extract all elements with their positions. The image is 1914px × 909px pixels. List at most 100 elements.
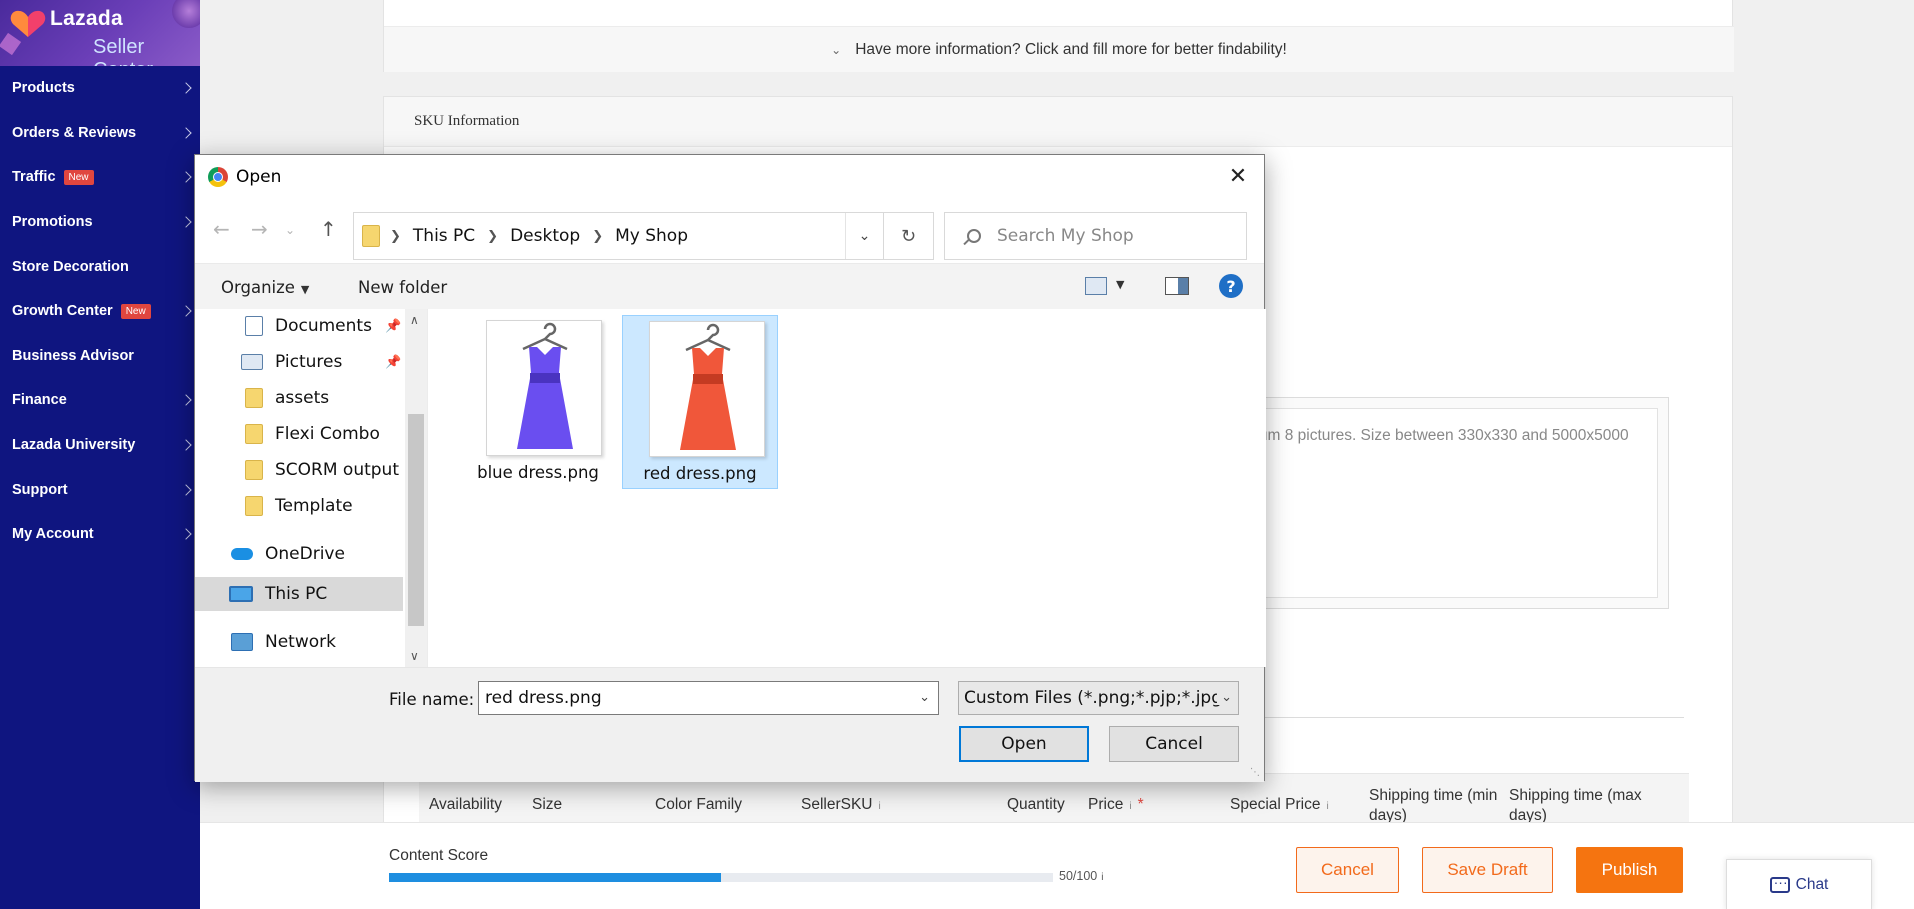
up-arrow-icon[interactable]: ↑: [320, 217, 337, 241]
tree-item-onedrive[interactable]: OneDrive: [231, 537, 345, 571]
image-upload-inner[interactable]: mum 8 pictures. Size between 330x330 and…: [1245, 408, 1658, 598]
save-draft-button[interactable]: Save Draft: [1422, 847, 1553, 893]
close-icon[interactable]: ✕: [1224, 163, 1252, 191]
sidebar-item-growth-center[interactable]: Growth Center New: [0, 289, 200, 334]
image-upload-hint: mum 8 pictures. Size between 330x330 and…: [1246, 427, 1629, 444]
sidebar-item-label: Promotions: [12, 214, 93, 231]
resize-grip-icon[interactable]: ⋱: [1250, 767, 1260, 778]
chat-button[interactable]: Chat: [1726, 859, 1872, 909]
dress-icon: [517, 322, 573, 449]
cancel-button[interactable]: Cancel: [1296, 847, 1399, 893]
address-bar[interactable]: ❯ This PC ❯ Desktop ❯ My Shop ⌄: [353, 212, 884, 260]
breadcrumb-my-shop[interactable]: My Shop: [615, 226, 688, 246]
info-icon[interactable]: i: [879, 801, 881, 812]
image-upload-area[interactable]: mum 8 pictures. Size between 330x330 and…: [1234, 397, 1669, 609]
help-icon[interactable]: ?: [1219, 274, 1243, 298]
caret-down-icon[interactable]: ▼: [1116, 278, 1124, 291]
col-availability: Availability: [429, 796, 502, 813]
chrome-icon: [208, 167, 228, 187]
tree-item-network[interactable]: Network: [231, 625, 336, 659]
folder-icon: [245, 424, 263, 444]
sidebar-item-my-account[interactable]: My Account: [0, 512, 200, 557]
sidebar-item-promotions[interactable]: Promotions: [0, 200, 200, 245]
chevron-right-icon: [180, 528, 192, 540]
logo-decoration: [172, 0, 200, 28]
caret-down-icon: ▼: [300, 283, 310, 296]
more-info-text: Have more information? Click and fill mo…: [855, 40, 1287, 58]
tree-item-template[interactable]: Template: [245, 489, 353, 523]
sidebar-item-orders-reviews[interactable]: Orders & Reviews: [0, 111, 200, 156]
search-input[interactable]: Search My Shop: [944, 212, 1247, 260]
col-quantity: Quantity: [1007, 796, 1065, 813]
forward-arrow-icon[interactable]: →: [251, 217, 268, 241]
address-row: ← → ⌄ ↑ ❯ This PC ❯ Desktop ❯ My Shop ⌄ …: [195, 199, 1264, 260]
chevron-right-icon: [180, 305, 192, 317]
refresh-icon[interactable]: ↻: [884, 212, 934, 260]
change-view-icon[interactable]: [1085, 277, 1107, 295]
file-item-red-dress[interactable]: red dress.png: [622, 315, 778, 489]
dialog-cancel-button[interactable]: Cancel: [1109, 726, 1239, 762]
chevron-down-icon[interactable]: ⌄: [919, 690, 930, 705]
tree-item-assets[interactable]: assets: [245, 381, 329, 415]
sidebar-item-business-advisor[interactable]: Business Advisor: [0, 334, 200, 379]
navigation-pane: Documents 📌 Pictures 📌 assets Flexi Combo …: [195, 309, 427, 667]
dress-icon: [680, 323, 736, 450]
onedrive-icon: [231, 548, 253, 560]
breadcrumb-desktop[interactable]: Desktop: [510, 226, 580, 246]
folder-icon: [245, 460, 263, 480]
file-name: red dress.png: [643, 464, 757, 483]
chevron-right-icon: [180, 127, 192, 139]
sidebar-item-products[interactable]: Products: [0, 66, 200, 111]
lazada-logo[interactable]: Lazada Seller Center: [0, 0, 200, 66]
organize-menu[interactable]: Organize ▼: [221, 278, 309, 297]
publish-button[interactable]: Publish: [1576, 847, 1683, 893]
dialog-toolbar: Organize ▼ New folder ▼ ?: [195, 263, 1264, 309]
scroll-down-icon[interactable]: ∨: [410, 649, 419, 663]
tree-item-this-pc[interactable]: This PC: [195, 577, 403, 611]
file-item-blue-dress[interactable]: blue dress.png: [460, 315, 616, 489]
info-icon[interactable]: i: [1129, 801, 1131, 812]
sidebar-item-traffic[interactable]: Traffic New: [0, 155, 200, 200]
dress-shape: [517, 347, 573, 449]
sidebar-item-lazada-university[interactable]: Lazada University: [0, 423, 200, 468]
info-icon[interactable]: i: [1326, 801, 1328, 812]
file-name-input[interactable]: red dress.png ⌄: [478, 681, 939, 715]
breadcrumb-this-pc[interactable]: This PC: [413, 226, 475, 246]
open-button[interactable]: Open: [959, 726, 1089, 762]
chevron-down-icon[interactable]: ⌄: [845, 213, 883, 259]
new-folder-button[interactable]: New folder: [358, 278, 447, 297]
tree-item-scorm-output[interactable]: SCORM output: [245, 453, 399, 487]
recent-locations-icon[interactable]: ⌄: [285, 223, 295, 237]
content-score-label: Content Score: [389, 847, 489, 864]
chevron-right-icon: [180, 394, 192, 407]
more-info-toggle[interactable]: ⌄ Have more information? Click and fill …: [384, 26, 1734, 72]
required-mark: *: [1137, 796, 1144, 813]
preview-pane-icon[interactable]: [1165, 277, 1189, 295]
dialog-titlebar[interactable]: Open ✕: [195, 155, 1264, 199]
sidebar-item-finance[interactable]: Finance: [0, 378, 200, 423]
brand-name: Lazada: [50, 7, 123, 30]
open-file-dialog: Open ✕ ← → ⌄ ↑ ❯ This PC ❯ Desktop ❯ My …: [194, 154, 1266, 782]
dress-shape: [680, 348, 736, 450]
dialog-footer: File name: red dress.png ⌄ Custom Files …: [195, 667, 1264, 782]
pictures-icon: [241, 354, 263, 370]
sidebar-item-label: Finance: [12, 392, 67, 409]
tree-item-documents[interactable]: Documents 📌: [245, 309, 401, 343]
col-special-price: Special Price i: [1230, 796, 1329, 813]
file-thumbnail: [486, 320, 602, 456]
tree-item-flexi-combo[interactable]: Flexi Combo: [245, 417, 380, 451]
sidebar-item-support[interactable]: Support: [0, 467, 200, 512]
sidebar-item-label: Orders & Reviews: [12, 124, 137, 141]
tree-item-pictures[interactable]: Pictures 📌: [241, 345, 401, 379]
sidebar-item-label: Store Decoration: [12, 258, 129, 275]
scroll-up-icon[interactable]: ∧: [410, 313, 419, 327]
file-type-select[interactable]: Custom Files (*.png;*.pjp;*.jpg; ⌄: [958, 681, 1239, 715]
info-icon[interactable]: i: [1101, 872, 1103, 883]
sidebar: Lazada Seller Center Products Orders & R…: [0, 0, 200, 909]
back-arrow-icon[interactable]: ←: [213, 217, 230, 241]
scrollbar-thumb[interactable]: [408, 414, 424, 626]
sidebar-item-label: Business Advisor: [12, 347, 134, 364]
attributes-card: ⌄ Have more information? Click and fill …: [383, 0, 1734, 72]
sidebar-item-store-decoration[interactable]: Store Decoration: [0, 244, 200, 289]
navpane-scrollbar[interactable]: ∧ ∨: [405, 309, 427, 667]
